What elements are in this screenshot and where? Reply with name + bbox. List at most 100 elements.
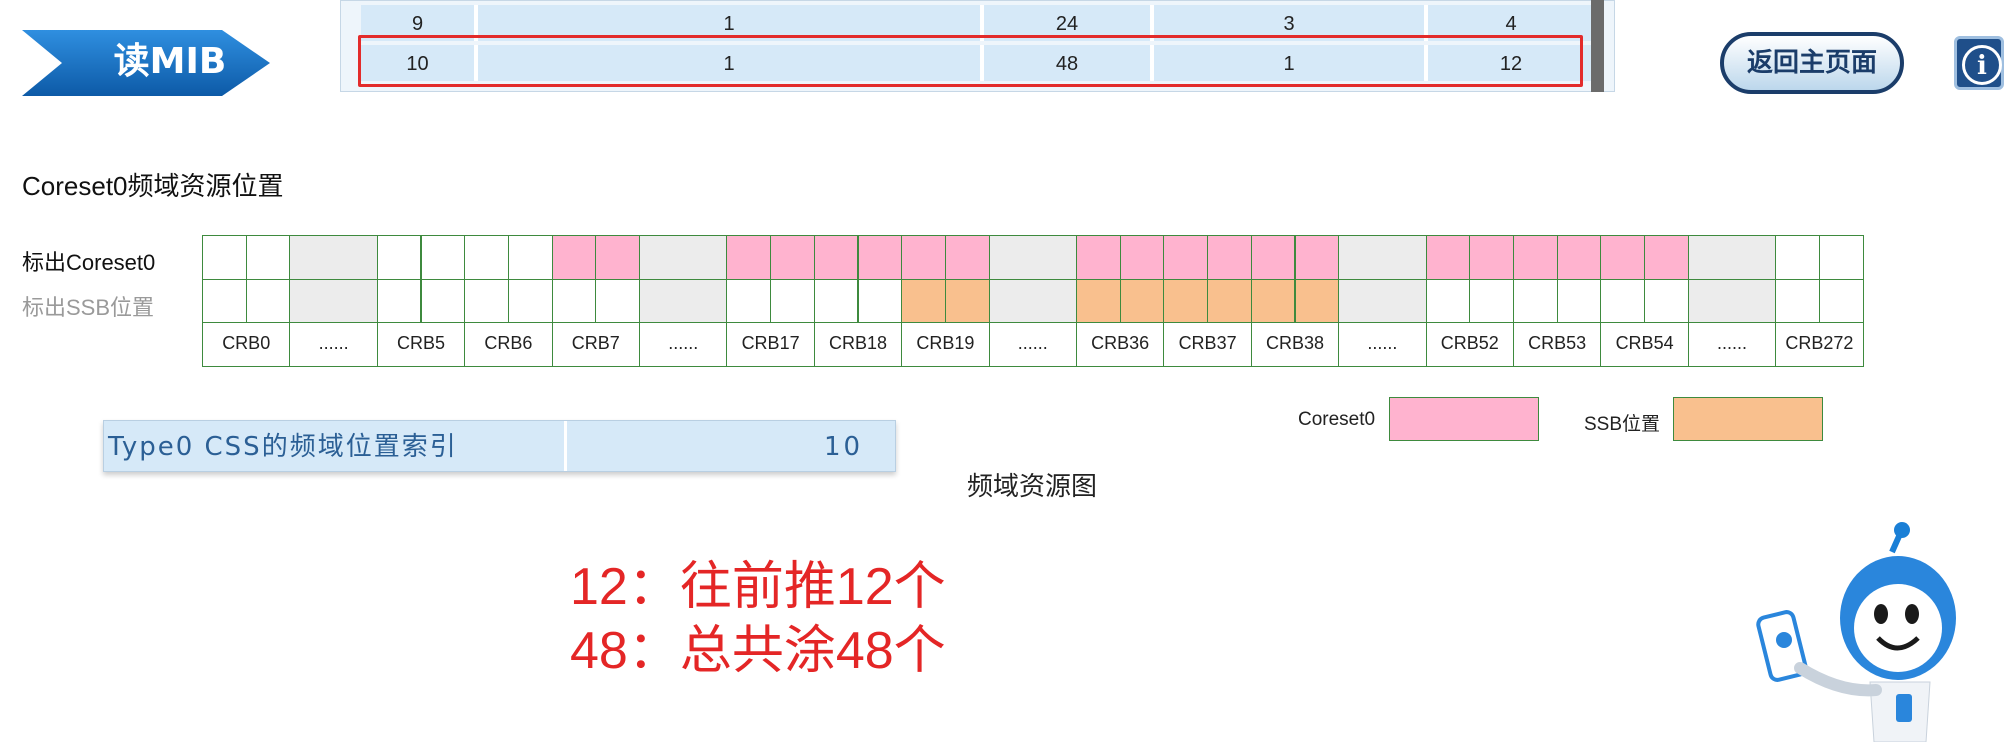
ssb-rb-cell[interactable]: [1469, 278, 1514, 324]
coreset0-rb-cell[interactable]: [857, 235, 903, 280]
grid-gap-cell: [1687, 235, 1777, 280]
annotation-note: 12：往前推12个 48：总共涂48个: [570, 555, 946, 683]
info-icon: i: [1962, 45, 2002, 85]
grid-gap-cell: [1338, 235, 1427, 280]
coreset0-rb-cell[interactable]: [1425, 235, 1471, 280]
grid-gap-cell: [289, 278, 378, 324]
ssb-rb-cell[interactable]: [770, 278, 815, 324]
row-label-ssb: 标出SSB位置: [22, 295, 155, 320]
ssb-rb-cell[interactable]: [726, 278, 772, 324]
crb-label: CRB37: [1163, 322, 1252, 367]
ssb-rb-cell[interactable]: [464, 278, 509, 324]
ssb-rb-cell[interactable]: [507, 278, 553, 324]
read-mib-badge: 读MIB: [22, 26, 272, 98]
coreset0-rb-cell[interactable]: [245, 235, 291, 280]
grid-gap-cell: [988, 278, 1077, 324]
note-line-1: 12：往前推12个: [570, 558, 946, 616]
frequency-resource-grid: CRB0...... CRB5 CRB6 CRB7...... CRB17 CRB18 CR…: [202, 235, 1864, 367]
crb-ellipsis-label: ......: [1338, 322, 1427, 367]
ssb-rb-cell[interactable]: [1600, 278, 1646, 324]
ssb-rb-cell[interactable]: [1513, 278, 1558, 324]
ssb-rb-cell[interactable]: [1556, 278, 1602, 324]
coreset0-rb-cell[interactable]: [944, 235, 990, 280]
ssb-rb-cell[interactable]: [1294, 278, 1340, 324]
badge-label: 读MIB: [113, 41, 227, 82]
crb-label: CRB38: [1250, 322, 1340, 367]
ssb-rb-cell[interactable]: [551, 278, 597, 324]
type0-index-label: Type0 CSS的频域位置索引: [108, 432, 458, 462]
coreset0-rb-cell[interactable]: [1818, 235, 1864, 280]
highlighted-row-frame: [358, 35, 1583, 87]
crb-label: CRB36: [1076, 322, 1165, 367]
crb-label: CRB7: [551, 322, 640, 367]
ssb-rb-cell[interactable]: [376, 278, 422, 324]
note-line-2: 48：总共涂48个: [570, 622, 946, 680]
ssb-rb-cell[interactable]: [1207, 278, 1252, 324]
crb-label: CRB5: [376, 322, 466, 367]
coreset0-rb-cell[interactable]: [1119, 235, 1165, 280]
legend-label-coreset0: Coreset0: [1298, 409, 1376, 430]
coreset0-rb-cell[interactable]: [813, 235, 859, 280]
coreset0-rb-cell[interactable]: [1163, 235, 1209, 280]
coreset0-rb-cell[interactable]: [376, 235, 422, 280]
legend-swatch-ssb: [1673, 397, 1823, 441]
ssb-rb-cell[interactable]: [1644, 278, 1689, 324]
coreset0-rb-cell[interactable]: [595, 235, 640, 280]
coreset0-rb-cell[interactable]: [901, 235, 946, 280]
coreset0-rb-cell[interactable]: [770, 235, 815, 280]
grid-gap-cell: [289, 235, 378, 280]
coreset0-rb-cell[interactable]: [1207, 235, 1252, 280]
ssb-rb-cell[interactable]: [901, 278, 946, 324]
coreset0-rb-cell[interactable]: [202, 235, 247, 280]
back-to-home-button[interactable]: 返回主页面: [1720, 32, 1904, 94]
grid-gap-cell: [1338, 278, 1427, 324]
crb-label: CRB6: [464, 322, 553, 367]
row-label-coreset0: 标出Coreset0: [22, 250, 156, 275]
coreset0-rb-cell[interactable]: [1600, 235, 1646, 280]
crb-label: CRB17: [726, 322, 815, 367]
coreset0-rb-cell[interactable]: [1513, 235, 1558, 280]
coreset0-rb-cell[interactable]: [726, 235, 772, 280]
ssb-rb-cell[interactable]: [1425, 278, 1471, 324]
crb-ellipsis-label: ......: [289, 322, 378, 367]
coreset0-rb-cell[interactable]: [1775, 235, 1820, 280]
coreset0-rb-cell[interactable]: [1469, 235, 1514, 280]
coreset0-rb-cell[interactable]: [420, 235, 466, 280]
coreset0-rb-cell[interactable]: [1644, 235, 1689, 280]
coreset0-rb-cell[interactable]: [551, 235, 597, 280]
coreset0-rb-cell[interactable]: [507, 235, 553, 280]
ssb-rb-cell[interactable]: [1250, 278, 1296, 324]
ssb-rb-cell[interactable]: [245, 278, 291, 324]
ssb-rb-cell[interactable]: [202, 278, 247, 324]
coreset0-rb-cell[interactable]: [1556, 235, 1602, 280]
ssb-rb-cell[interactable]: [1818, 278, 1864, 324]
grid-gap-cell: [639, 235, 728, 280]
coreset0-rb-cell[interactable]: [1250, 235, 1296, 280]
coreset0-rb-cell[interactable]: [464, 235, 509, 280]
ssb-rb-cell[interactable]: [420, 278, 466, 324]
coreset0-rb-cell[interactable]: [1076, 235, 1121, 280]
crb-label: CRB0: [202, 322, 291, 367]
crb-label: CRB18: [813, 322, 903, 367]
ssb-rb-cell[interactable]: [1119, 278, 1165, 324]
ssb-rb-cell[interactable]: [944, 278, 990, 324]
crb-ellipsis-label: ......: [639, 322, 728, 367]
crb-label: CRB52: [1425, 322, 1514, 367]
crb-ellipsis-label: ......: [988, 322, 1077, 367]
mascot-robot-image: [1750, 518, 1960, 743]
field-divider: [564, 421, 567, 471]
coreset0-rb-cell[interactable]: [1294, 235, 1340, 280]
ssb-rb-cell[interactable]: [857, 278, 903, 324]
ssb-rb-cell[interactable]: [1076, 278, 1121, 324]
info-button[interactable]: i: [1954, 36, 2004, 90]
ssb-rb-cell[interactable]: [1775, 278, 1820, 324]
crb-ellipsis-label: ......: [1687, 322, 1777, 367]
crb-label: CRB53: [1513, 322, 1602, 367]
legend-label-ssb: SSB位置: [1584, 414, 1661, 435]
ssb-rb-cell[interactable]: [595, 278, 640, 324]
ssb-rb-cell[interactable]: [1163, 278, 1209, 324]
type0-index-field[interactable]: Type0 CSS的频域位置索引 10: [103, 420, 896, 472]
section-title: Coreset0频域资源位置: [22, 171, 284, 201]
ssb-rb-cell[interactable]: [813, 278, 859, 324]
table-scrollbar[interactable]: [1591, 0, 1604, 92]
